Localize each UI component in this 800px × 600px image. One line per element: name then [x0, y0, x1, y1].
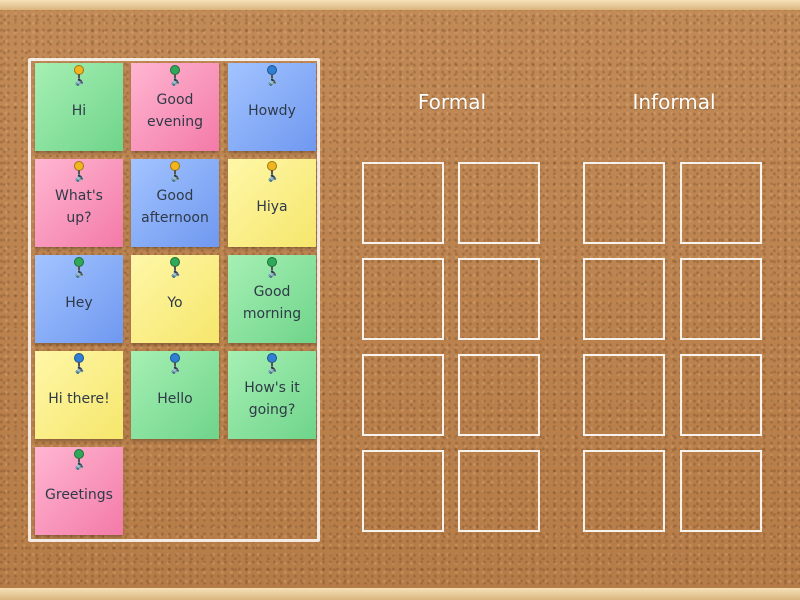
speaker-icon[interactable]: 🔈 — [268, 77, 279, 87]
word-card-label: How's it going? — [244, 380, 300, 418]
informal-slot[interactable] — [680, 162, 762, 244]
speaker-icon[interactable]: 🔈 — [75, 461, 86, 471]
formal-slot[interactable] — [458, 258, 540, 340]
pushpin-icon: 🔈 — [71, 449, 87, 471]
word-card-label: Good evening — [146, 92, 204, 130]
pushpin-icon: 🔈 — [167, 65, 183, 87]
pushpin-icon: 🔈 — [264, 161, 280, 183]
formal-slot[interactable] — [458, 450, 540, 532]
word-card-label: What's up? — [55, 188, 103, 226]
informal-slot[interactable] — [583, 258, 665, 340]
formal-slot[interactable] — [362, 162, 444, 244]
board-frame-bottom — [0, 588, 800, 600]
informal-slot[interactable] — [680, 450, 762, 532]
word-card-label: Hello — [157, 391, 193, 407]
word-card[interactable]: 🔈 Hi — [35, 63, 123, 151]
speaker-icon[interactable]: 🔈 — [75, 77, 86, 87]
speaker-icon[interactable]: 🔈 — [268, 269, 279, 279]
word-card-label: Howdy — [248, 103, 296, 119]
pushpin-icon: 🔈 — [264, 353, 280, 375]
speaker-icon[interactable]: 🔈 — [171, 173, 182, 183]
pushpin-icon: 🔈 — [167, 353, 183, 375]
informal-slot[interactable] — [583, 162, 665, 244]
corkboard: Formal Informal 🔈 Hi 🔈 Good evening 🔈 Howdy 🔈 W… — [0, 0, 800, 600]
pushpin-icon: 🔈 — [71, 257, 87, 279]
word-card[interactable]: 🔈 Good evening — [131, 63, 219, 151]
speaker-icon[interactable]: 🔈 — [171, 269, 182, 279]
pushpin-icon: 🔈 — [167, 161, 183, 183]
speaker-icon[interactable]: 🔈 — [75, 173, 86, 183]
word-card[interactable]: 🔈 Howdy — [228, 63, 316, 151]
word-card-label: Good afternoon — [141, 188, 209, 226]
speaker-icon[interactable]: 🔈 — [171, 77, 182, 87]
word-card[interactable]: 🔈 Hello — [131, 351, 219, 439]
word-card[interactable]: 🔈 Hiya — [228, 159, 316, 247]
informal-slot[interactable] — [680, 354, 762, 436]
column-heading-formal: Formal — [417, 90, 487, 114]
formal-slot[interactable] — [458, 162, 540, 244]
speaker-icon[interactable]: 🔈 — [171, 365, 182, 375]
word-card[interactable]: 🔈 Hey — [35, 255, 123, 343]
formal-slot[interactable] — [362, 354, 444, 436]
speaker-icon[interactable]: 🔈 — [75, 269, 86, 279]
formal-slot[interactable] — [458, 354, 540, 436]
pushpin-icon: 🔈 — [71, 161, 87, 183]
pushpin-icon: 🔈 — [264, 257, 280, 279]
word-card-label: Yo — [167, 295, 183, 311]
word-card[interactable]: 🔈 Good morning — [228, 255, 316, 343]
speaker-icon[interactable]: 🔈 — [268, 365, 279, 375]
informal-slot[interactable] — [680, 258, 762, 340]
speaker-icon[interactable]: 🔈 — [75, 365, 86, 375]
pushpin-icon: 🔈 — [71, 65, 87, 87]
formal-slot[interactable] — [362, 258, 444, 340]
word-card[interactable]: 🔈 Hi there! — [35, 351, 123, 439]
word-card-label: Good morning — [242, 284, 302, 322]
word-card[interactable]: 🔈 Greetings — [35, 447, 123, 535]
informal-slot[interactable] — [583, 354, 665, 436]
column-heading-informal: Informal — [632, 90, 716, 114]
word-card[interactable]: 🔈 Good afternoon — [131, 159, 219, 247]
informal-slot[interactable] — [583, 450, 665, 532]
word-card-label: Hiya — [256, 199, 288, 215]
word-card-label: Hi there! — [48, 391, 110, 407]
word-card[interactable]: 🔈 Yo — [131, 255, 219, 343]
pushpin-icon: 🔈 — [167, 257, 183, 279]
word-card-label: Hey — [65, 295, 93, 311]
word-card-label: Greetings — [45, 487, 113, 503]
formal-slot[interactable] — [362, 450, 444, 532]
speaker-icon[interactable]: 🔈 — [268, 173, 279, 183]
word-card-label: Hi — [71, 103, 87, 119]
pushpin-icon: 🔈 — [264, 65, 280, 87]
pushpin-icon: 🔈 — [71, 353, 87, 375]
word-card[interactable]: 🔈 What's up? — [35, 159, 123, 247]
board-frame-top — [0, 0, 800, 10]
word-card[interactable]: 🔈 How's it going? — [228, 351, 316, 439]
